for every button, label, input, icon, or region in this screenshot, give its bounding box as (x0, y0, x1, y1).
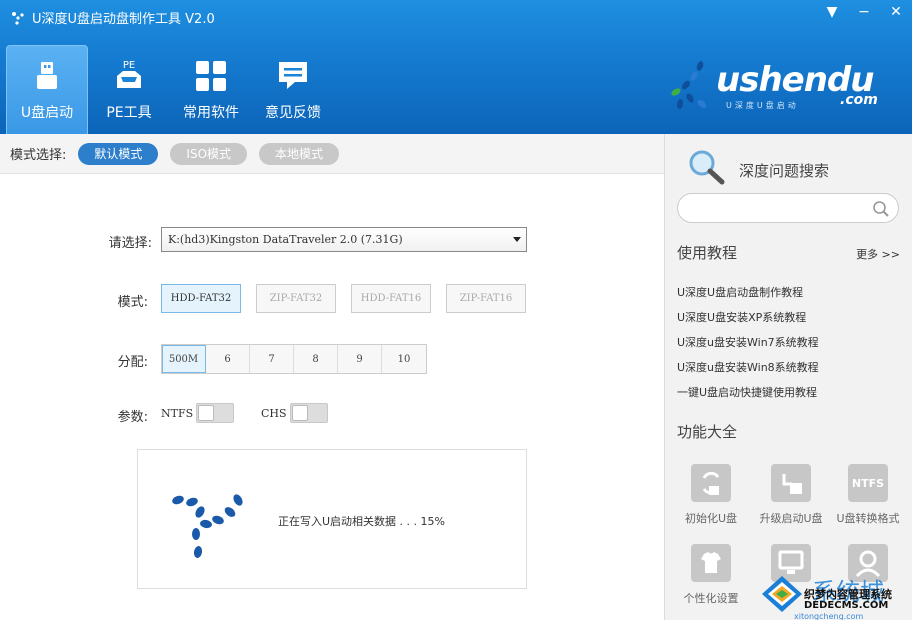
brand-tagline: U深度U盘启动 (726, 101, 799, 110)
personalize-icon (691, 544, 731, 582)
search-input[interactable] (690, 194, 870, 222)
tutorial-link-5[interactable]: 一键U盘启动快捷键使用教程 (677, 384, 817, 400)
feature-ntfs-convert-label: U盘转换格式 (836, 512, 900, 525)
device-select-dropdown[interactable]: K:(hd3)Kingston DataTraveler 2.0 (7.31G) (161, 227, 527, 252)
nav-tab-feedback-label: 意见反馈 (265, 105, 321, 121)
watermark: 系统城 织梦内容管理系统 DEDECMS.COM xitongcheng.com (760, 568, 912, 620)
tutorial-link-2[interactable]: U深度U盘安装XP系统教程 (677, 309, 806, 325)
format-zip-fat16-button[interactable]: ZIP-FAT16 (446, 284, 526, 313)
dropdown-menu-icon[interactable]: ▼ (816, 0, 848, 24)
mode-default-button[interactable]: 默认模式 (78, 142, 159, 165)
init-usb-icon (691, 464, 731, 502)
alloc-option-10[interactable]: 10 (382, 345, 426, 373)
feature-personalize[interactable]: 个性化设置 (672, 544, 750, 606)
feature-init-usb-label: 初始化U盘 (684, 512, 738, 525)
main-content: 请选择: K:(hd3)Kingston DataTraveler 2.0 (7… (0, 175, 664, 620)
chevron-down-icon (513, 237, 521, 242)
nav-tab-common-software-label: 常用软件 (183, 105, 239, 121)
chs-toggle[interactable] (290, 403, 328, 423)
minimize-icon[interactable]: − (848, 0, 880, 24)
nav-tab-usb-boot[interactable]: U盘启动 (6, 45, 88, 134)
tutorials-title: 使用教程 (677, 244, 738, 262)
ntfs-toggle-knob (198, 405, 214, 421)
brand-domain: .com (840, 92, 878, 108)
magnifier-icon (689, 150, 725, 185)
feature-personalize-label: 个性化设置 (683, 592, 739, 605)
format-zip-fat32-button[interactable]: ZIP-FAT32 (256, 284, 336, 313)
watermark-sub-text: xitongcheng.com (794, 612, 864, 620)
nav-tab-pe-tools-label: PE工具 (106, 105, 152, 121)
search-icon[interactable] (872, 200, 890, 218)
tutorial-link-1[interactable]: U深度U盘启动盘制作教程 (677, 284, 803, 300)
device-select-label: 请选择: (108, 236, 152, 251)
search-section-title: 深度问题搜索 (739, 162, 830, 180)
watermark-domain-text: DEDECMS.COM (804, 600, 889, 611)
brand-footprints-icon (671, 61, 707, 109)
usb-drive-icon (29, 58, 65, 94)
alloc-option-8[interactable]: 8 (294, 345, 338, 373)
feedback-chat-icon (275, 58, 311, 94)
alloc-option-6[interactable]: 6 (206, 345, 250, 373)
window-controls: ▼ − ✕ (816, 0, 912, 24)
nav-tab-usb-boot-label: U盘启动 (20, 105, 74, 121)
app-logo-icon (12, 11, 24, 25)
alloc-option-500m[interactable]: 500M (162, 345, 206, 373)
pe-badge-text: PE (123, 60, 135, 71)
watermark-logo-icon (762, 576, 802, 612)
device-select-value: K:(hd3)Kingston DataTraveler 2.0 (7.31G) (168, 233, 403, 246)
close-icon[interactable]: ✕ (880, 0, 912, 24)
chs-toggle-knob (292, 405, 308, 421)
format-hdd-fat32-button[interactable]: HDD-FAT32 (161, 284, 241, 313)
apps-grid-icon (193, 58, 229, 94)
alloc-label: 分配: (117, 355, 148, 370)
mode-local-button[interactable]: 本地模式 (259, 142, 340, 165)
tutorials-more-link[interactable]: 更多 >> (856, 246, 900, 262)
format-hdd-fat16-button[interactable]: HDD-FAT16 (351, 284, 431, 313)
loading-footprints-icon (172, 494, 243, 558)
mode-iso-button[interactable]: ISO模式 (170, 142, 248, 165)
features-title: 功能大全 (677, 423, 738, 441)
upgrade-usb-icon (771, 464, 811, 502)
nav-tab-pe-tools[interactable]: PE PE工具 (88, 45, 170, 134)
param-label: 参数: (117, 410, 148, 425)
pe-tools-icon: PE (111, 58, 147, 94)
alloc-option-9[interactable]: 9 (338, 345, 382, 373)
brand-logo: ushendu .com U深度U盘启动 (664, 58, 894, 118)
main-nav: U盘启动 PE PE工具 常用软件 意见反馈 (6, 45, 334, 134)
tutorial-link-4[interactable]: U深度u盘安装Win8系统教程 (677, 359, 819, 375)
alloc-selector: 500M 6 7 8 9 10 (161, 344, 427, 374)
right-sidebar: 深度问题搜索 使用教程 更多 >> U深度U盘启动盘制作教程 U深度U盘安装XP… (664, 134, 912, 620)
mode-selection-bar: 模式选择: 默认模式 ISO模式 本地模式 (0, 134, 664, 174)
window-title: U深度U盘启动盘制作工具 V2.0 (32, 12, 215, 27)
chs-label: CHS (261, 407, 287, 420)
title-bar-header: U深度U盘启动盘制作工具 V2.0 ▼ − ✕ U盘启动 PE PE工具 常用软… (0, 0, 912, 134)
format-mode-label: 模式: (117, 295, 148, 310)
feature-init-usb[interactable]: 初始化U盘 (672, 464, 750, 526)
progress-panel: 正在写入U启动相关数据 . . . 15% (137, 449, 527, 589)
alloc-option-7[interactable]: 7 (250, 345, 294, 373)
mode-selection-label: 模式选择: (10, 148, 67, 163)
nav-tab-common-software[interactable]: 常用软件 (170, 45, 252, 134)
feature-ntfs-convert[interactable]: NTFS U盘转换格式 (829, 464, 907, 526)
feature-upgrade-usb[interactable]: 升级启动U盘 (752, 464, 830, 526)
nav-tab-feedback[interactable]: 意见反馈 (252, 45, 334, 134)
ntfs-toggle[interactable] (196, 403, 234, 423)
tutorial-link-3[interactable]: U深度u盘安装Win7系统教程 (677, 334, 819, 350)
ntfs-convert-icon: NTFS (848, 464, 888, 502)
ntfs-label: NTFS (161, 407, 194, 420)
window-title-row: U深度U盘启动盘制作工具 V2.0 (10, 8, 215, 27)
search-box (677, 193, 899, 223)
progress-status-text: 正在写入U启动相关数据 . . . 15% (278, 515, 445, 528)
feature-upgrade-usb-label: 升级启动U盘 (759, 512, 823, 525)
